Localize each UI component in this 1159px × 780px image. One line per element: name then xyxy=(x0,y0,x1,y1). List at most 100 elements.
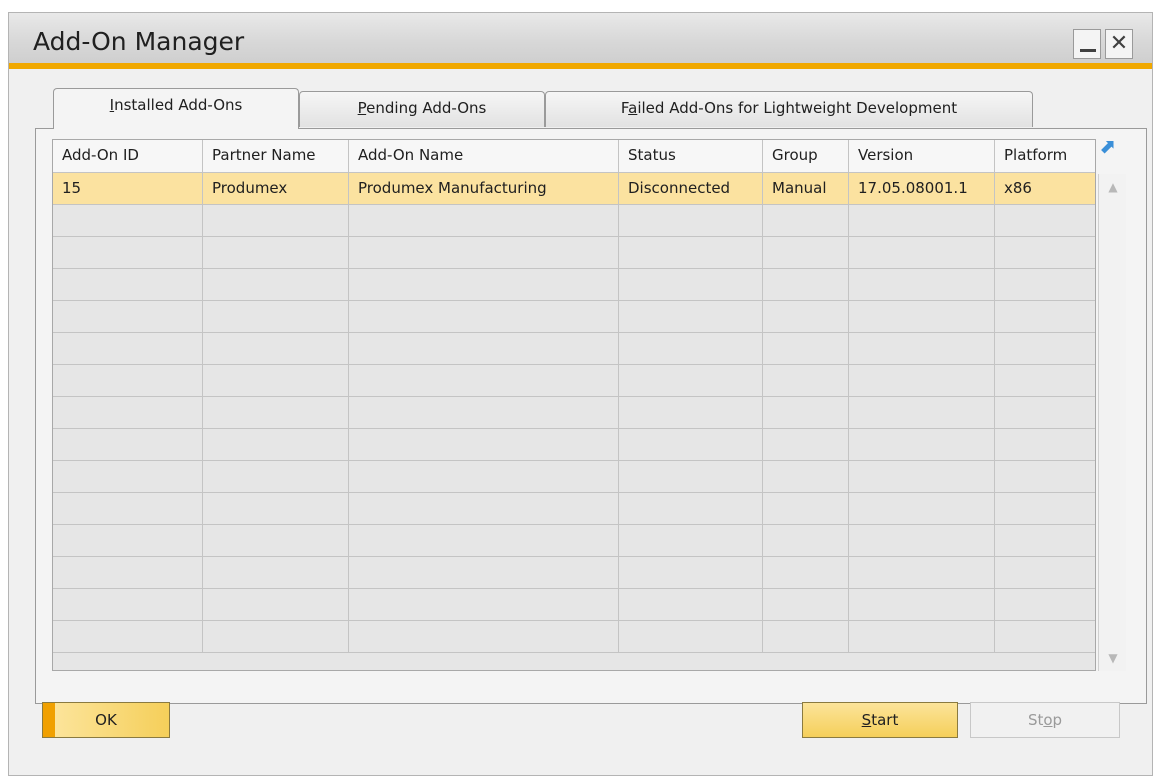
cell-status[interactable] xyxy=(619,589,763,621)
cell-platform[interactable] xyxy=(995,525,1095,557)
cell-add-on-id[interactable] xyxy=(53,205,203,237)
cell-add-on-name[interactable] xyxy=(349,621,619,653)
cell-platform[interactable] xyxy=(995,461,1095,493)
cell-add-on-name[interactable] xyxy=(349,397,619,429)
empty-table-row[interactable] xyxy=(53,237,1095,269)
cell-add-on-id[interactable] xyxy=(53,397,203,429)
cell-group[interactable] xyxy=(763,269,849,301)
cell-group[interactable] xyxy=(763,397,849,429)
cell-platform[interactable] xyxy=(995,237,1095,269)
cell-version[interactable] xyxy=(849,205,995,237)
cell-partner-name[interactable] xyxy=(203,557,349,589)
cell-add-on-id[interactable] xyxy=(53,557,203,589)
cell-add-on-name[interactable] xyxy=(349,461,619,493)
cell-platform[interactable] xyxy=(995,301,1095,333)
cell-partner-name[interactable] xyxy=(203,493,349,525)
empty-table-row[interactable] xyxy=(53,333,1095,365)
expand-icon[interactable]: ⬈ xyxy=(1096,135,1118,157)
cell-group[interactable] xyxy=(763,237,849,269)
cell-status[interactable] xyxy=(619,301,763,333)
cell-partner-name[interactable] xyxy=(203,621,349,653)
cell-status[interactable] xyxy=(619,333,763,365)
minimize-button[interactable] xyxy=(1073,29,1101,59)
cell-version[interactable] xyxy=(849,365,995,397)
cell-add-on-id[interactable] xyxy=(53,269,203,301)
cell-add-on-id[interactable] xyxy=(53,237,203,269)
tab-failed-add-ons[interactable]: Failed Add-Ons for Lightweight Developme… xyxy=(545,91,1033,127)
cell-status[interactable] xyxy=(619,237,763,269)
cell-add-on-id[interactable] xyxy=(53,589,203,621)
cell-add-on-name[interactable] xyxy=(349,429,619,461)
cell-partner-name[interactable] xyxy=(203,237,349,269)
cell-group[interactable] xyxy=(763,429,849,461)
column-header-status[interactable]: Status xyxy=(619,140,763,173)
tab-pending-add-ons[interactable]: Pending Add-Ons xyxy=(299,91,545,127)
cell-status[interactable]: Disconnected xyxy=(619,173,763,205)
empty-table-row[interactable] xyxy=(53,301,1095,333)
cell-group[interactable] xyxy=(763,301,849,333)
empty-table-row[interactable] xyxy=(53,525,1095,557)
cell-add-on-id[interactable]: 15 xyxy=(53,173,203,205)
cell-add-on-name[interactable] xyxy=(349,333,619,365)
close-button[interactable]: ✕ xyxy=(1105,29,1133,59)
cell-platform[interactable] xyxy=(995,205,1095,237)
cell-partner-name[interactable] xyxy=(203,365,349,397)
cell-add-on-name[interactable] xyxy=(349,269,619,301)
cell-partner-name[interactable] xyxy=(203,589,349,621)
cell-version[interactable] xyxy=(849,429,995,461)
cell-add-on-name[interactable] xyxy=(349,205,619,237)
ok-button[interactable]: OK xyxy=(42,702,170,738)
column-header-add-on-id[interactable]: Add-On ID xyxy=(53,140,203,173)
title-bar[interactable]: Add-On Manager ✕ xyxy=(9,13,1152,69)
cell-status[interactable] xyxy=(619,429,763,461)
cell-partner-name[interactable] xyxy=(203,301,349,333)
cell-version[interactable] xyxy=(849,493,995,525)
cell-status[interactable] xyxy=(619,397,763,429)
column-header-partner-name[interactable]: Partner Name xyxy=(203,140,349,173)
empty-table-row[interactable] xyxy=(53,589,1095,621)
empty-table-row[interactable] xyxy=(53,493,1095,525)
cell-partner-name[interactable] xyxy=(203,205,349,237)
cell-add-on-id[interactable] xyxy=(53,525,203,557)
cell-version[interactable]: 17.05.08001.1 xyxy=(849,173,995,205)
cell-platform[interactable] xyxy=(995,397,1095,429)
cell-version[interactable] xyxy=(849,269,995,301)
cell-group[interactable] xyxy=(763,525,849,557)
cell-group[interactable] xyxy=(763,333,849,365)
empty-table-row[interactable] xyxy=(53,621,1095,653)
cell-status[interactable] xyxy=(619,493,763,525)
empty-table-row[interactable] xyxy=(53,397,1095,429)
cell-version[interactable] xyxy=(849,589,995,621)
column-header-add-on-name[interactable]: Add-On Name xyxy=(349,140,619,173)
cell-version[interactable] xyxy=(849,621,995,653)
cell-status[interactable] xyxy=(619,205,763,237)
cell-group[interactable] xyxy=(763,461,849,493)
cell-version[interactable] xyxy=(849,333,995,365)
cell-platform[interactable] xyxy=(995,365,1095,397)
scroll-down-icon[interactable]: ▼ xyxy=(1099,651,1127,665)
cell-add-on-id[interactable] xyxy=(53,365,203,397)
cell-group[interactable]: Manual xyxy=(763,173,849,205)
cell-group[interactable] xyxy=(763,365,849,397)
cell-add-on-name[interactable] xyxy=(349,365,619,397)
scroll-up-icon[interactable]: ▲ xyxy=(1099,180,1127,194)
cell-group[interactable] xyxy=(763,205,849,237)
cell-status[interactable] xyxy=(619,269,763,301)
cell-add-on-id[interactable] xyxy=(53,333,203,365)
start-button[interactable]: Start xyxy=(802,702,958,738)
cell-add-on-id[interactable] xyxy=(53,461,203,493)
cell-add-on-name[interactable] xyxy=(349,589,619,621)
empty-table-row[interactable] xyxy=(53,365,1095,397)
cell-group[interactable] xyxy=(763,493,849,525)
table-row[interactable]: 15 Produmex Produmex Manufacturing Disconne… xyxy=(53,173,1095,205)
cell-version[interactable] xyxy=(849,525,995,557)
cell-partner-name[interactable] xyxy=(203,461,349,493)
cell-group[interactable] xyxy=(763,557,849,589)
cell-add-on-id[interactable] xyxy=(53,621,203,653)
cell-version[interactable] xyxy=(849,301,995,333)
cell-status[interactable] xyxy=(619,557,763,589)
cell-version[interactable] xyxy=(849,557,995,589)
cell-partner-name[interactable] xyxy=(203,333,349,365)
cell-version[interactable] xyxy=(849,237,995,269)
cell-platform[interactable] xyxy=(995,621,1095,653)
